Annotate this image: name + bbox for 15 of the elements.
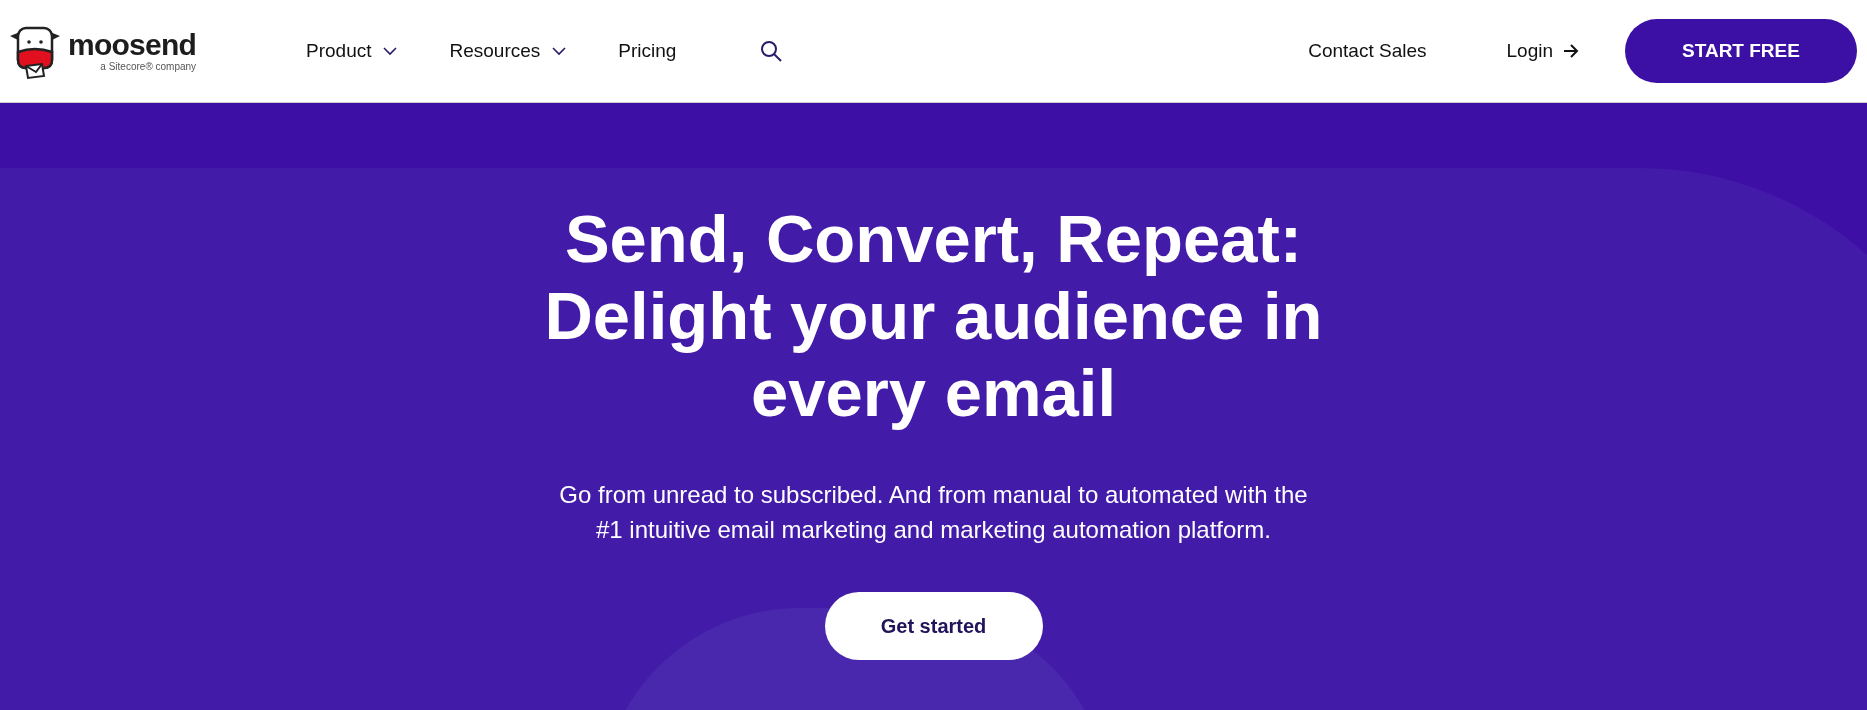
search-icon[interactable] [760,40,783,62]
chevron-down-icon [552,46,567,56]
logo-tagline: a Sitecore® company [100,62,197,72]
start-free-button[interactable]: START FREE [1625,19,1857,83]
logo-wordmark[interactable]: moosend [68,30,197,60]
arrow-right-icon [1563,44,1579,58]
nav-link[interactable]: Product [306,36,398,66]
contact-sales-link[interactable]: Contact Sales [1308,36,1427,66]
login-link[interactable]: Login [1506,36,1579,66]
chevron-down-icon [383,46,398,56]
hero-heading: Send, Convert, Repeat: Delight your audience in every email [544,200,1323,431]
hero-subtitle: Go from unread to subscribed. And from manual to automated with the #1 intuitive email marketing and marketing automation platform. [559,480,1308,545]
nav-link[interactable]: Pricing [618,36,677,66]
get-started-button[interactable]: Get started [824,592,1043,660]
nav-link[interactable]: Resources [449,36,567,66]
